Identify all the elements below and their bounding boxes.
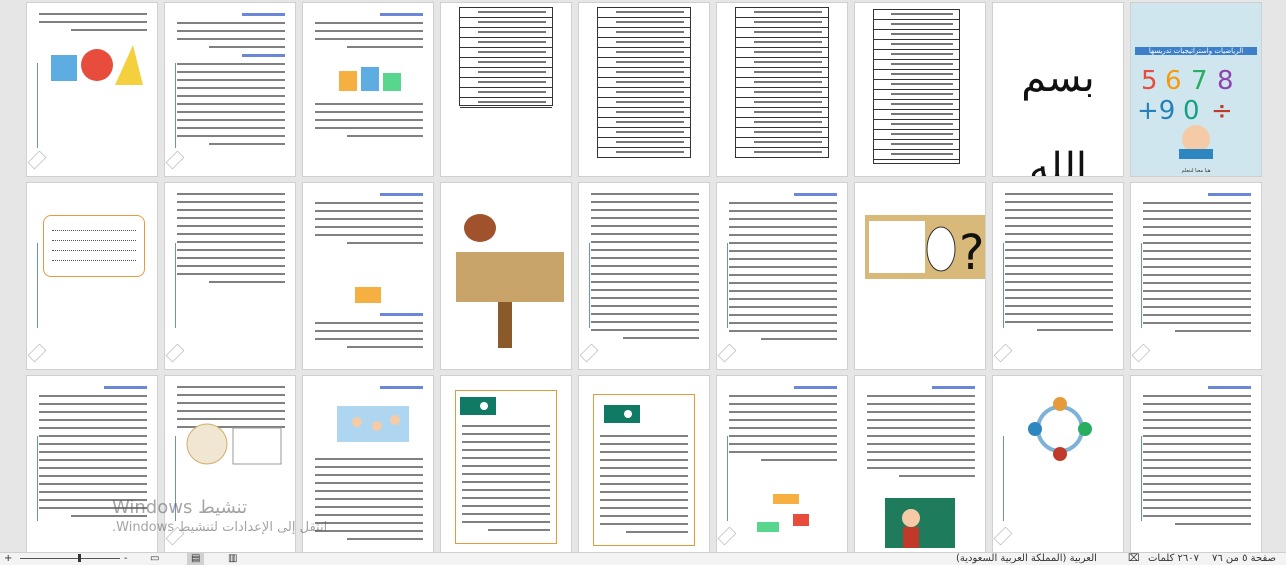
zoom-slider[interactable]	[0, 553, 130, 565]
toc-table	[597, 7, 691, 158]
math-numbers-illustration: 5 6 7 8 +9 0 ÷	[1137, 66, 1234, 159]
zoom-slider-thumb[interactable]	[78, 554, 81, 562]
presentation-icon	[460, 397, 496, 415]
teacher-illustration	[885, 498, 955, 548]
page-thumbnail[interactable]	[165, 3, 295, 176]
svg-text:8: 8	[1217, 66, 1234, 96]
proofing-icon[interactable]: ⌧	[1128, 553, 1140, 565]
zoom-minus-button[interactable]: -	[124, 553, 128, 565]
cover-footer: هيا معنا لنتعلم	[1181, 168, 1211, 174]
page-thumbnail[interactable]	[993, 376, 1123, 552]
presentation-icon	[604, 405, 640, 423]
page-thumbnail[interactable]	[579, 3, 709, 176]
cycle-diagram	[1028, 397, 1092, 461]
notes-box	[43, 215, 145, 277]
page-thumbnail[interactable]: الرياضيات واستراتيجيات تدريسها 5 6 7 8 +…	[1131, 3, 1261, 176]
page-thumbnail[interactable]	[441, 183, 571, 369]
page-thumbnail[interactable]: بسم الله الرحمن الرحيم	[993, 3, 1123, 176]
svg-text:6: 6	[1165, 66, 1182, 96]
page-thumbnail[interactable]	[855, 3, 985, 176]
toc-table	[873, 9, 960, 164]
page-thumbnail[interactable]	[27, 3, 157, 176]
svg-text:?: ?	[959, 225, 984, 281]
page-thumbnail[interactable]	[441, 376, 571, 552]
toc-table	[459, 7, 553, 108]
page-thumbnail[interactable]	[303, 183, 433, 369]
cover-title: الرياضيات واستراتيجيات تدريسها	[1135, 47, 1257, 55]
read-mode-icon[interactable]: ▭	[150, 553, 159, 565]
page-thumbnail[interactable]	[165, 183, 295, 369]
geometry-shapes-illustration	[51, 45, 143, 85]
bird-sign-illustration	[456, 214, 564, 348]
toc-table	[735, 7, 829, 158]
page-thumbnail[interactable]: ?	[855, 183, 985, 369]
page-thumbnail[interactable]	[579, 376, 709, 552]
page-thumbnail[interactable]	[579, 183, 709, 369]
page-number[interactable]: صفحة ٥ من ٧٦	[1212, 553, 1276, 565]
svg-text:÷: ÷	[1211, 96, 1233, 126]
classroom-photo	[337, 406, 409, 442]
page-thumbnail[interactable]	[1131, 183, 1261, 369]
classroom-illustration	[339, 67, 401, 91]
print-layout-icon[interactable]: ▤	[187, 553, 205, 565]
activation-watermark-subtitle: انتقل إلى الإعدادات لتنشيط Windows.	[112, 520, 328, 535]
question-mark-illustration: ?	[865, 215, 985, 281]
svg-text:0: 0	[1183, 96, 1200, 126]
language-indicator[interactable]: العربية (المملكة العربية السعودية)	[956, 553, 1097, 565]
bordered-box	[455, 390, 557, 544]
folder-illustration	[355, 287, 381, 303]
svg-text:5: 5	[1141, 66, 1158, 96]
page-thumbnail[interactable]	[717, 376, 847, 552]
page-thumbnail[interactable]	[1131, 376, 1261, 552]
gear-diagram	[186, 423, 282, 465]
bismillah-calligraphy: بسم الله الرحمن الرحيم	[1021, 55, 1095, 176]
flow-diagram	[757, 494, 809, 532]
page-thumbnail[interactable]	[441, 3, 571, 176]
svg-text:7: 7	[1191, 66, 1208, 96]
page-thumbnail[interactable]	[717, 183, 847, 369]
page-thumbnail[interactable]	[303, 3, 433, 176]
activation-watermark-title: تنشيط Windows	[112, 497, 248, 518]
page-thumbnail[interactable]	[855, 376, 985, 552]
document-canvas[interactable]: الرياضيات واستراتيجيات تدريسها 5 6 7 8 +…	[0, 0, 1286, 553]
status-bar: + - ▭ ▤ ▥ العربية (المملكة العربية السعو…	[0, 552, 1286, 565]
word-count[interactable]: ٢٦٠٧ كلمات	[1148, 553, 1199, 565]
web-layout-icon[interactable]: ▥	[228, 553, 237, 565]
page-thumbnail[interactable]	[993, 183, 1123, 369]
bordered-box	[593, 394, 695, 546]
svg-text:+9: +9	[1137, 96, 1175, 126]
page-thumbnail[interactable]	[27, 183, 157, 369]
page-thumbnail[interactable]	[717, 3, 847, 176]
